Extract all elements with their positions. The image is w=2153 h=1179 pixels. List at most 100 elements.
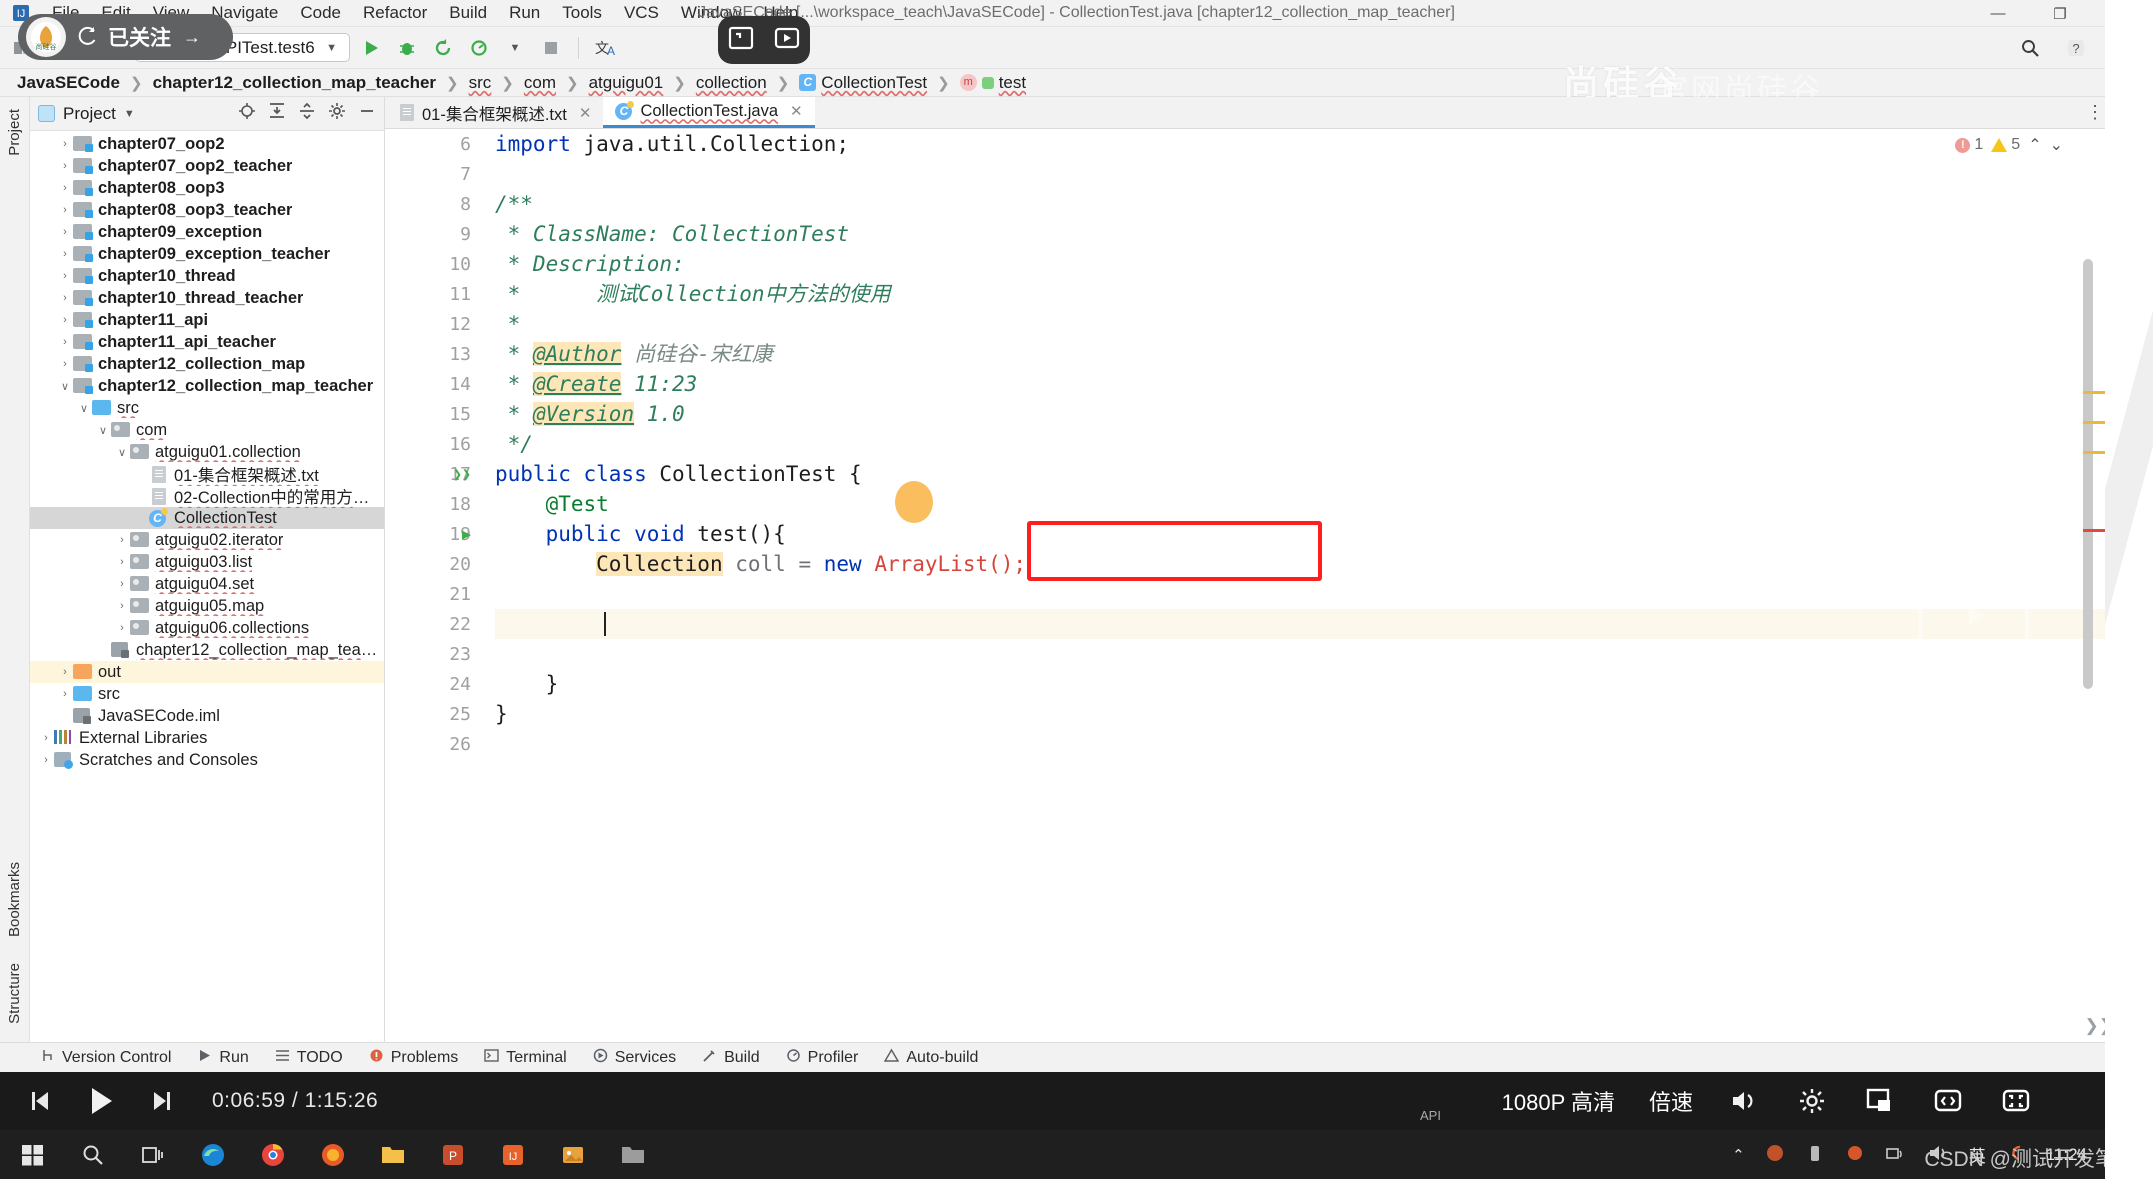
translate-icon[interactable]: 文A xyxy=(591,34,621,62)
bottom-bar-item-services[interactable]: Services xyxy=(593,1048,676,1068)
tree-expand-arrow[interactable]: › xyxy=(57,336,73,348)
search-everywhere-icon[interactable] xyxy=(2015,34,2045,62)
tree-item[interactable]: › chapter12_collection_map xyxy=(30,353,384,375)
tree-item[interactable]: › chapter09_exception_teacher xyxy=(30,243,384,265)
scrollbar-thumb[interactable] xyxy=(2083,259,2093,689)
code-line[interactable] xyxy=(495,639,2119,669)
tree-expand-arrow[interactable]: ∨ xyxy=(95,424,111,437)
record-video-icon[interactable] xyxy=(772,24,802,57)
bottom-bar-item-auto-build[interactable]: Auto-build xyxy=(884,1048,978,1068)
folder-icon[interactable] xyxy=(616,1138,650,1172)
breadcrumb[interactable]: JavaSECode ❯ chapter12_collection_map_te… xyxy=(0,69,2153,97)
search-icon[interactable] xyxy=(76,1138,110,1172)
close-icon[interactable]: ✕ xyxy=(790,102,803,120)
menu-item-tools[interactable]: Tools xyxy=(552,1,612,25)
run-method-gutter-icon[interactable]: ▶ xyxy=(462,525,471,543)
gutter-line-number[interactable]: 10 xyxy=(385,249,481,279)
tree-item[interactable]: › chapter11_api xyxy=(30,309,384,331)
collapse-all-icon[interactable] xyxy=(298,102,316,125)
maximize-button[interactable]: ❐ xyxy=(2029,0,2091,27)
follow-button[interactable]: 尚硅谷 已关注 → xyxy=(18,14,233,60)
tree-item[interactable]: › atguigu05.map xyxy=(30,595,384,617)
tree-expand-arrow[interactable]: › xyxy=(57,138,73,150)
tree-item[interactable]: › chapter07_oop2 xyxy=(30,133,384,155)
powerpoint-icon[interactable]: P xyxy=(436,1138,470,1172)
picture-in-picture-icon[interactable] xyxy=(1863,1086,1897,1116)
expand-all-icon[interactable] xyxy=(268,102,286,125)
tray-chevron-up-icon[interactable]: ⌃ xyxy=(1732,1146,1745,1164)
code-line[interactable]: public class CollectionTest { xyxy=(495,459,2119,489)
tree-item[interactable]: ∨ atguigu01.collection xyxy=(30,441,384,463)
gutter-line-number[interactable]: 20 xyxy=(385,549,481,579)
hide-panel-icon[interactable] xyxy=(358,102,376,125)
tree-item[interactable]: › src xyxy=(30,683,384,705)
tree-expand-arrow[interactable]: › xyxy=(57,688,73,700)
code-viewport[interactable]: 6 7 8 9 10 11 12 13 14 15 16 17 ❯❯ 18 19 ▶ 20 21 22 23 24 25 2… xyxy=(385,129,2119,1042)
stop-icon[interactable] xyxy=(536,34,566,62)
gutter-line-number[interactable]: 13 xyxy=(385,339,481,369)
tree-expand-arrow[interactable]: ∨ xyxy=(76,402,92,415)
code-line[interactable]: * @Version 1.0 xyxy=(495,399,2119,429)
tree-expand-arrow[interactable]: › xyxy=(114,578,130,590)
bottom-bar-item-todo[interactable]: TODO xyxy=(275,1048,343,1068)
breadcrumb-item-3[interactable]: com xyxy=(519,73,561,93)
breadcrumb-item-0[interactable]: JavaSECode xyxy=(12,73,125,93)
gutter-line-number[interactable]: 15 xyxy=(385,399,481,429)
tree-item[interactable]: ∨ src xyxy=(30,397,384,419)
code-line[interactable]: } xyxy=(495,699,2119,729)
tree-item[interactable]: chapter12_collection_map_teacher.iml xyxy=(30,639,384,661)
breadcrumb-item-5[interactable]: collection xyxy=(691,73,772,93)
code-content[interactable]: import java.util.Collection; /** * Class… xyxy=(481,129,2119,1042)
chevron-up-icon[interactable]: ⌃ xyxy=(2028,135,2041,155)
gutter-line-number[interactable]: 26 xyxy=(385,729,481,759)
tree-expand-arrow[interactable]: › xyxy=(57,666,73,678)
editor-gutter[interactable]: 6 7 8 9 10 11 12 13 14 15 16 17 ❯❯ 18 19 ▶ 20 21 22 23 24 25 2… xyxy=(385,129,481,1042)
tree-item[interactable]: › chapter10_thread xyxy=(30,265,384,287)
editor-tab-java[interactable]: C CollectionTest.java ✕ xyxy=(603,97,815,128)
tree-expand-arrow[interactable]: › xyxy=(57,182,73,194)
rail-item-project[interactable]: Project xyxy=(6,109,23,156)
code-line[interactable]: */ xyxy=(495,429,2119,459)
tree-expand-arrow[interactable]: › xyxy=(57,358,73,370)
code-line[interactable]: * Description: xyxy=(495,249,2119,279)
tree-item[interactable]: ∨ com xyxy=(30,419,384,441)
code-line[interactable]: @Test xyxy=(495,489,2119,519)
tree-item[interactable]: › chapter08_oop3 xyxy=(30,177,384,199)
help-icon[interactable]: ? xyxy=(2061,34,2091,62)
bottom-bar-item-version-control[interactable]: Version Control xyxy=(40,1048,171,1068)
tree-item[interactable]: › chapter07_oop2_teacher xyxy=(30,155,384,177)
edge-icon[interactable] xyxy=(196,1138,230,1172)
breadcrumb-item-1[interactable]: chapter12_collection_map_teacher xyxy=(148,73,441,93)
prev-icon[interactable] xyxy=(24,1086,58,1116)
next-icon[interactable] xyxy=(144,1086,178,1116)
explorer-icon[interactable] xyxy=(376,1138,410,1172)
gutter-line-number[interactable]: 25 xyxy=(385,699,481,729)
gutter-line-number[interactable]: 22 xyxy=(385,609,481,639)
gutter-line-number[interactable]: 23 xyxy=(385,639,481,669)
gear-icon[interactable] xyxy=(328,102,346,125)
code-line[interactable] xyxy=(495,159,2119,189)
tree-item[interactable]: › atguigu06.collections xyxy=(30,617,384,639)
tree-expand-arrow[interactable]: › xyxy=(57,160,73,172)
breadcrumb-item-4[interactable]: atguigu01 xyxy=(584,73,669,93)
locate-icon[interactable] xyxy=(238,102,256,125)
tree-item[interactable]: › out xyxy=(30,661,384,683)
gutter-line-number[interactable]: 9 xyxy=(385,219,481,249)
tree-item[interactable]: › chapter10_thread_teacher xyxy=(30,287,384,309)
editor-tabs[interactable]: 01-集合框架概述.txt ✕ C CollectionTest.java ✕ … xyxy=(385,97,2119,129)
gutter-line-number[interactable]: 11 xyxy=(385,279,481,309)
gutter-line-number[interactable]: 7 xyxy=(385,159,481,189)
capture-toolbar[interactable] xyxy=(718,16,810,64)
marker-error[interactable] xyxy=(2083,529,2105,532)
menu-item-refactor[interactable]: Refactor xyxy=(353,1,437,25)
gutter-line-number[interactable]: 16 xyxy=(385,429,481,459)
tray-dot-icon[interactable] xyxy=(1845,1143,1865,1167)
code-line[interactable]: * 测试Collection中方法的使用 xyxy=(495,279,2119,309)
run-with-coverage-icon[interactable] xyxy=(428,34,458,62)
play-icon[interactable] xyxy=(84,1086,118,1116)
tree-item[interactable]: › atguigu04.set xyxy=(30,573,384,595)
chrome-icon[interactable] xyxy=(256,1138,290,1172)
tree-item[interactable]: › External Libraries xyxy=(30,727,384,749)
close-icon[interactable]: ✕ xyxy=(579,104,592,122)
bottom-bar-item-run[interactable]: Run xyxy=(197,1048,249,1068)
